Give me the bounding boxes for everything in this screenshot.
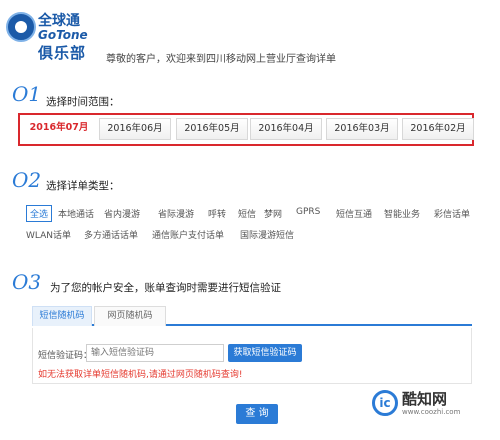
- step-2-number: O2: [12, 168, 42, 192]
- sms-code-input[interactable]: [86, 344, 224, 362]
- type-interprovince-roaming[interactable]: 省际漫游: [158, 207, 194, 220]
- logo-club-text: 俱乐部: [38, 44, 87, 62]
- sms-warning-text: 如无法获取详单短信随机码,请通过网页随机码查询!: [38, 370, 243, 380]
- type-sms-interwork[interactable]: 短信互通: [336, 207, 372, 220]
- month-tab-5[interactable]: 2016年02月: [402, 118, 474, 140]
- watermark-name: 酷知网: [402, 390, 448, 408]
- coozhi-watermark: ic 酷知网 www.coozhi.com: [372, 386, 492, 422]
- step-3-title: 为了您的帐户安全，账单查询时需要进行短信验证: [50, 282, 281, 294]
- month-tab-2[interactable]: 2016年05月: [176, 118, 248, 140]
- month-tab-0[interactable]: 2016年07月: [26, 118, 92, 140]
- query-button[interactable]: 查 询: [236, 404, 278, 424]
- month-tab-1[interactable]: 2016年06月: [99, 118, 171, 140]
- logo-cn-text: 全球通: [38, 13, 80, 29]
- type-call-forward[interactable]: 呼转: [208, 207, 226, 220]
- step-1-number: O1: [12, 82, 42, 106]
- get-sms-code-button[interactable]: 获取短信验证码: [228, 344, 302, 362]
- step-3-number: O3: [12, 270, 42, 294]
- sms-code-label: 短信验证码：: [38, 351, 93, 361]
- type-wlan[interactable]: WLAN话单: [26, 228, 71, 241]
- type-gprs[interactable]: GPRS: [296, 207, 320, 217]
- header: 全球通 GoTone 俱乐部 尊敬的客户，欢迎来到四川移动网上营业厅查询详单: [0, 0, 500, 70]
- month-tab-3[interactable]: 2016年04月: [250, 118, 322, 140]
- coozhi-logo-icon: ic: [372, 390, 398, 416]
- logo-en-text: GoTone: [38, 28, 88, 42]
- gotone-logo-icon: [6, 12, 36, 42]
- welcome-text: 尊敬的客户，欢迎来到四川移动网上营业厅查询详单: [106, 54, 336, 65]
- type-province-roaming[interactable]: 省内漫游: [104, 207, 140, 220]
- type-local-call[interactable]: 本地通话: [58, 207, 94, 220]
- gotone-logo: 全球通 GoTone 俱乐部: [6, 8, 96, 64]
- type-multi-party-call[interactable]: 多方通话话单: [84, 228, 138, 241]
- watermark-url: www.coozhi.com: [402, 408, 461, 416]
- type-select-all[interactable]: 全选: [26, 205, 53, 222]
- step-2-title: 选择详单类型：: [46, 180, 120, 192]
- step-1-title: 选择时间范围：: [46, 96, 120, 108]
- type-monternet[interactable]: 梦网: [264, 207, 282, 220]
- type-mms[interactable]: 彩信话单: [434, 207, 470, 220]
- type-account-payment[interactable]: 通信账户支付话单: [152, 228, 224, 241]
- type-intl-roaming-sms[interactable]: 国际漫游短信: [240, 228, 294, 241]
- type-sms[interactable]: 短信: [238, 207, 256, 220]
- month-tab-4[interactable]: 2016年03月: [326, 118, 398, 140]
- type-smart-service[interactable]: 智能业务: [384, 207, 420, 220]
- tab-web-code[interactable]: 网页随机码: [94, 306, 166, 326]
- verify-tab-bar: 短信随机码 网页随机码: [32, 306, 472, 326]
- tab-sms-code[interactable]: 短信随机码: [32, 306, 92, 326]
